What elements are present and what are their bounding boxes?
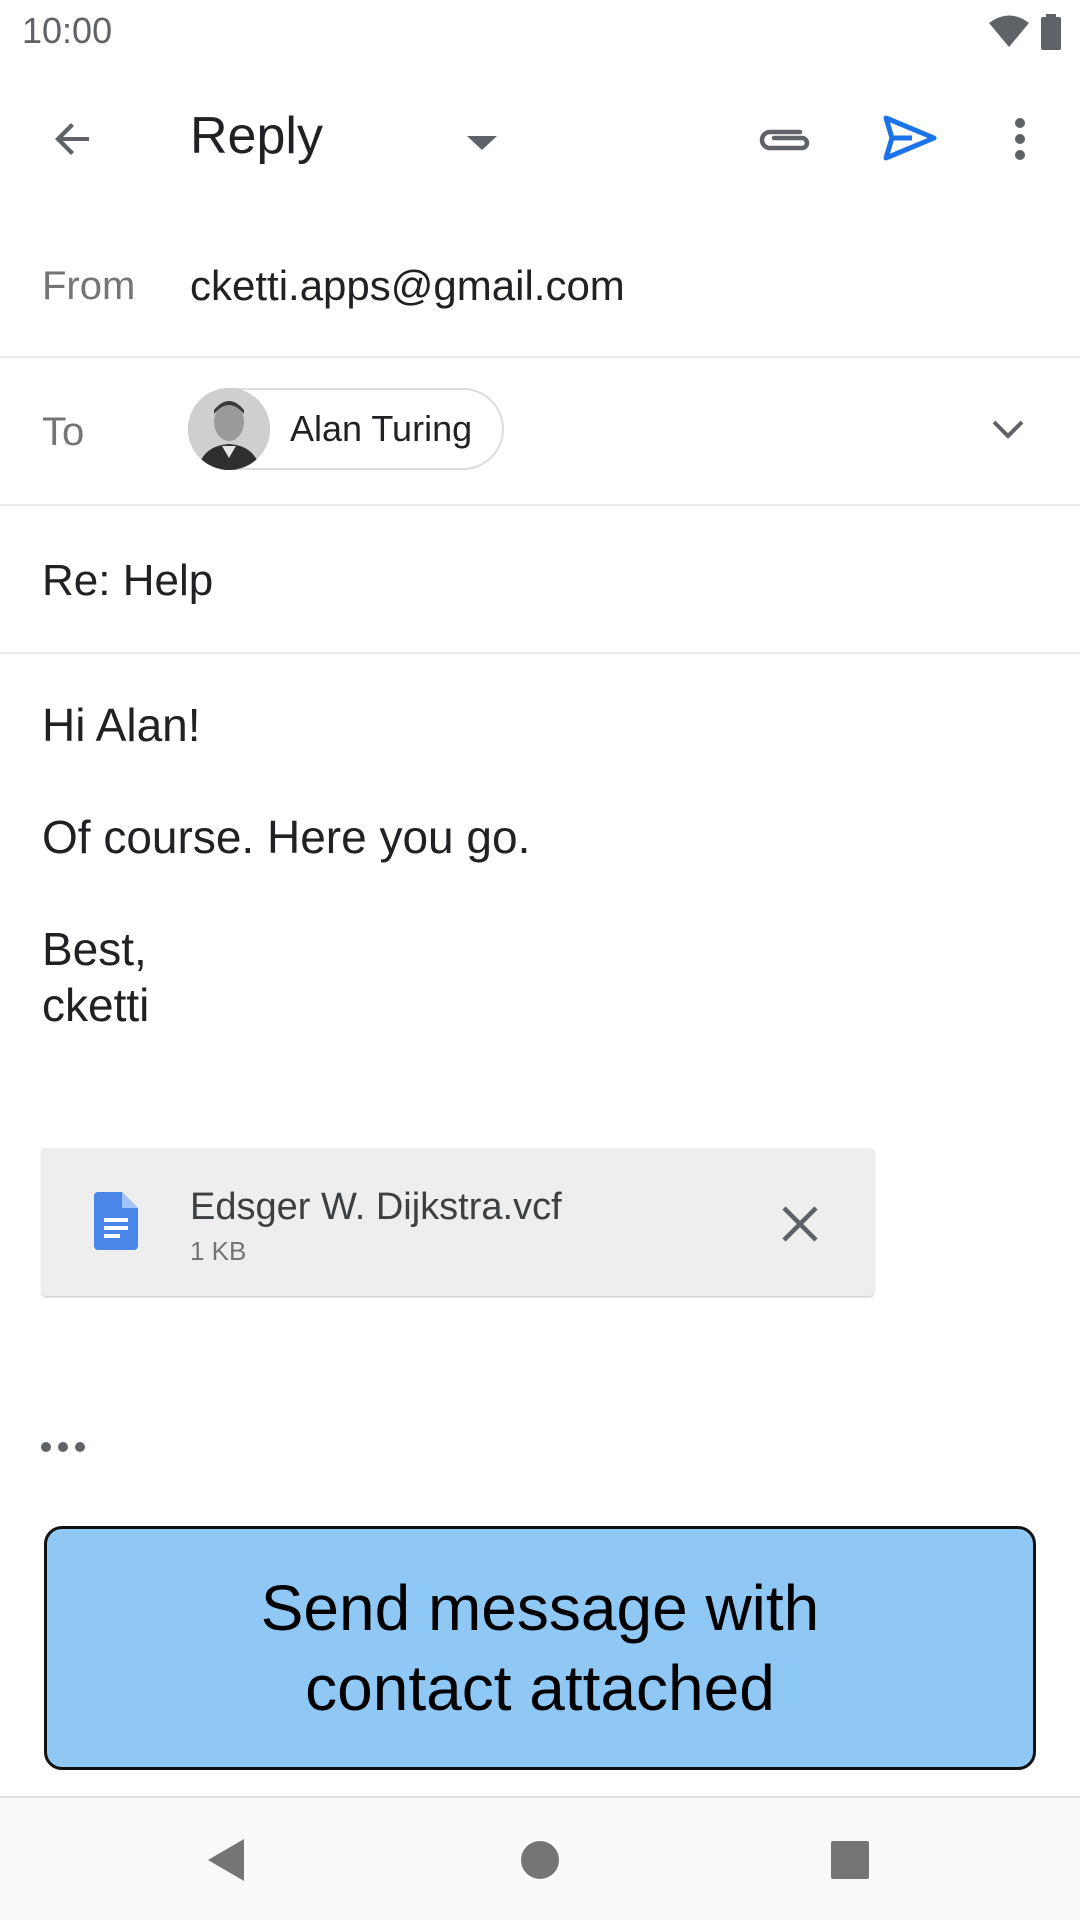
send-with-contact-button[interactable]: Send message with contact attached xyxy=(44,1526,1036,1770)
to-row[interactable]: To Alan Turing xyxy=(0,358,1080,506)
reply-mode-title[interactable]: Reply xyxy=(190,106,323,166)
show-quoted-text-icon[interactable] xyxy=(40,1440,90,1470)
from-value[interactable]: cketti.apps@gmail.com xyxy=(190,262,625,310)
recipient-chip[interactable]: Alan Turing xyxy=(188,388,504,470)
paperclip-icon[interactable] xyxy=(748,104,820,174)
subject-field[interactable]: Re: Help xyxy=(42,556,213,606)
dropdown-caret-icon[interactable] xyxy=(452,118,512,168)
status-icons xyxy=(988,14,1062,55)
from-label: From xyxy=(42,264,136,308)
body-line: Hi Alan! xyxy=(42,699,201,751)
chevron-down-icon[interactable] xyxy=(976,398,1040,462)
wifi-icon xyxy=(988,14,1030,55)
attachment-card[interactable]: Edsger W. Dijkstra.vcf 1 KB xyxy=(42,1148,874,1296)
nav-recents-icon[interactable] xyxy=(818,1828,882,1892)
from-row[interactable]: From cketti.apps@gmail.com xyxy=(0,220,1080,358)
document-icon xyxy=(94,1192,138,1250)
send-with-contact-label: Send message with contact attached xyxy=(260,1572,820,1724)
more-vert-icon[interactable] xyxy=(990,104,1050,174)
body-line: cketti xyxy=(42,979,150,1031)
battery-icon xyxy=(1040,14,1062,55)
nav-back-icon[interactable] xyxy=(194,1828,258,1892)
nav-home-icon[interactable] xyxy=(508,1828,572,1892)
body-line: Of course. Here you go. xyxy=(42,811,531,863)
attachment-name: Edsger W. Dijkstra.vcf xyxy=(190,1186,562,1228)
compose-screen: 10:00 Reply From cketti.apps@gmail.com T… xyxy=(0,0,1080,1920)
close-icon[interactable] xyxy=(764,1188,836,1260)
attachment-size: 1 KB xyxy=(190,1236,247,1266)
to-label: To xyxy=(42,410,85,454)
status-bar: 10:00 xyxy=(0,0,1080,63)
top-app-bar: Reply xyxy=(0,70,1080,200)
navigation-bar xyxy=(0,1796,1080,1920)
subject-row[interactable]: Re: Help xyxy=(0,506,1080,654)
send-icon[interactable] xyxy=(874,102,946,174)
body-line: Best, xyxy=(42,923,147,975)
recipient-name: Alan Turing xyxy=(290,408,473,449)
avatar xyxy=(188,388,270,470)
back-arrow-icon[interactable] xyxy=(38,104,108,174)
status-time: 10:00 xyxy=(22,10,113,51)
